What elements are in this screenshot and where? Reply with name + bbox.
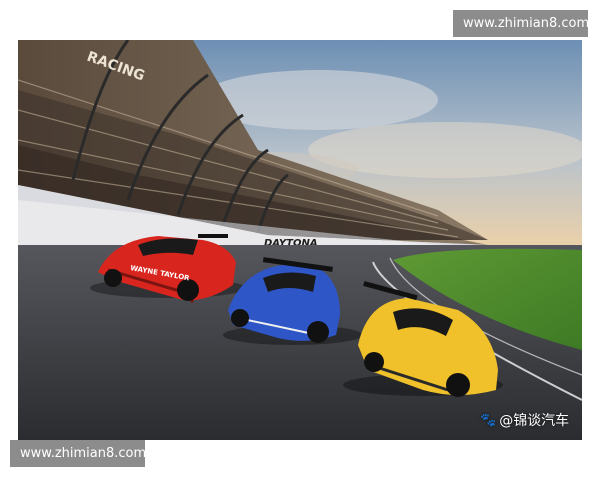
watermark-top: www.zhimian8.com <box>453 10 589 37</box>
paw-icon: 🐾 <box>480 412 497 428</box>
credit-text: @锦谈汽车 <box>499 413 570 429</box>
photo-credit: 🐾 @锦谈汽车 <box>480 410 569 430</box>
race-photo: RACING DAYTONA WAYNE TAYLOR <box>18 40 582 440</box>
watermark-bottom: www.zhimian8.com <box>10 440 146 467</box>
